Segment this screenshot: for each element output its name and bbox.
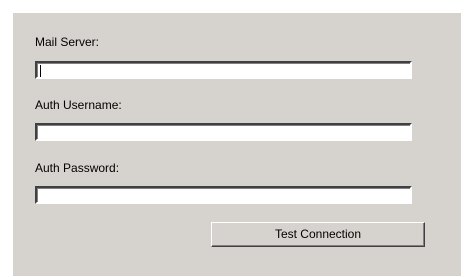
mail-server-label: Mail Server: (35, 35, 100, 49)
auth-username-input[interactable] (35, 123, 412, 141)
test-connection-button[interactable]: Test Connection (211, 222, 425, 247)
auth-password-label: Auth Password: (35, 161, 120, 175)
auth-username-label: Auth Username: (35, 98, 122, 112)
mail-settings-panel: Mail Server: Auth Username: Auth Passwor… (13, 13, 461, 276)
auth-password-input[interactable] (35, 186, 412, 204)
mail-server-input[interactable] (35, 61, 412, 79)
text-caret (40, 65, 41, 77)
